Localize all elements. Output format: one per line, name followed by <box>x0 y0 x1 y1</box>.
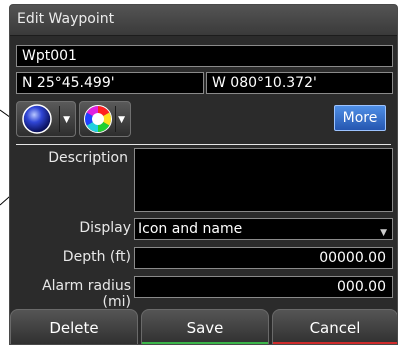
display-select[interactable]: Icon and name ▼ <box>134 218 393 240</box>
display-select-value: Icon and name <box>138 221 243 237</box>
latitude-field[interactable]: N 25°45.499' <box>16 72 204 94</box>
delete-button-label: Delete <box>49 319 99 337</box>
save-button-label: Save <box>186 319 224 337</box>
cancel-button[interactable]: Cancel <box>272 309 397 344</box>
title-bar: Edit Waypoint <box>10 5 397 36</box>
dialog-title: Edit Waypoint <box>17 11 115 27</box>
blue-sphere-icon <box>22 104 52 134</box>
color-dropdown[interactable]: ▼ <box>79 101 131 137</box>
longitude-field[interactable]: W 080°10.372' <box>206 72 393 94</box>
display-label: Display <box>79 220 131 236</box>
depth-value: 00000.00 <box>319 250 386 266</box>
alarm-radius-value: 000.00 <box>337 279 386 295</box>
waypoint-name-field[interactable]: Wpt001 <box>16 45 393 67</box>
color-wheel-icon <box>84 105 112 133</box>
chevron-down-icon: ▼ <box>118 115 125 125</box>
alarm-radius-field[interactable]: 000.00 <box>134 276 393 298</box>
depth-field[interactable]: 00000.00 <box>134 247 393 269</box>
symbol-dropdown[interactable]: ▼ <box>16 101 76 137</box>
description-field[interactable] <box>134 148 393 212</box>
delete-button[interactable]: Delete <box>10 309 138 344</box>
separator <box>16 144 391 145</box>
alarm-radius-label: Alarm radius (mi) <box>42 278 131 310</box>
edit-waypoint-dialog: Edit Waypoint Wpt001 N 25°45.499' W 080°… <box>9 4 398 345</box>
chevron-down-icon: ▼ <box>380 228 387 238</box>
more-button[interactable]: More <box>334 105 386 131</box>
cancel-button-label: Cancel <box>309 319 361 337</box>
save-button[interactable]: Save <box>141 309 269 344</box>
description-label: Description <box>48 150 128 166</box>
chevron-down-icon: ▼ <box>63 115 70 125</box>
depth-label: Depth (ft) <box>62 249 131 265</box>
